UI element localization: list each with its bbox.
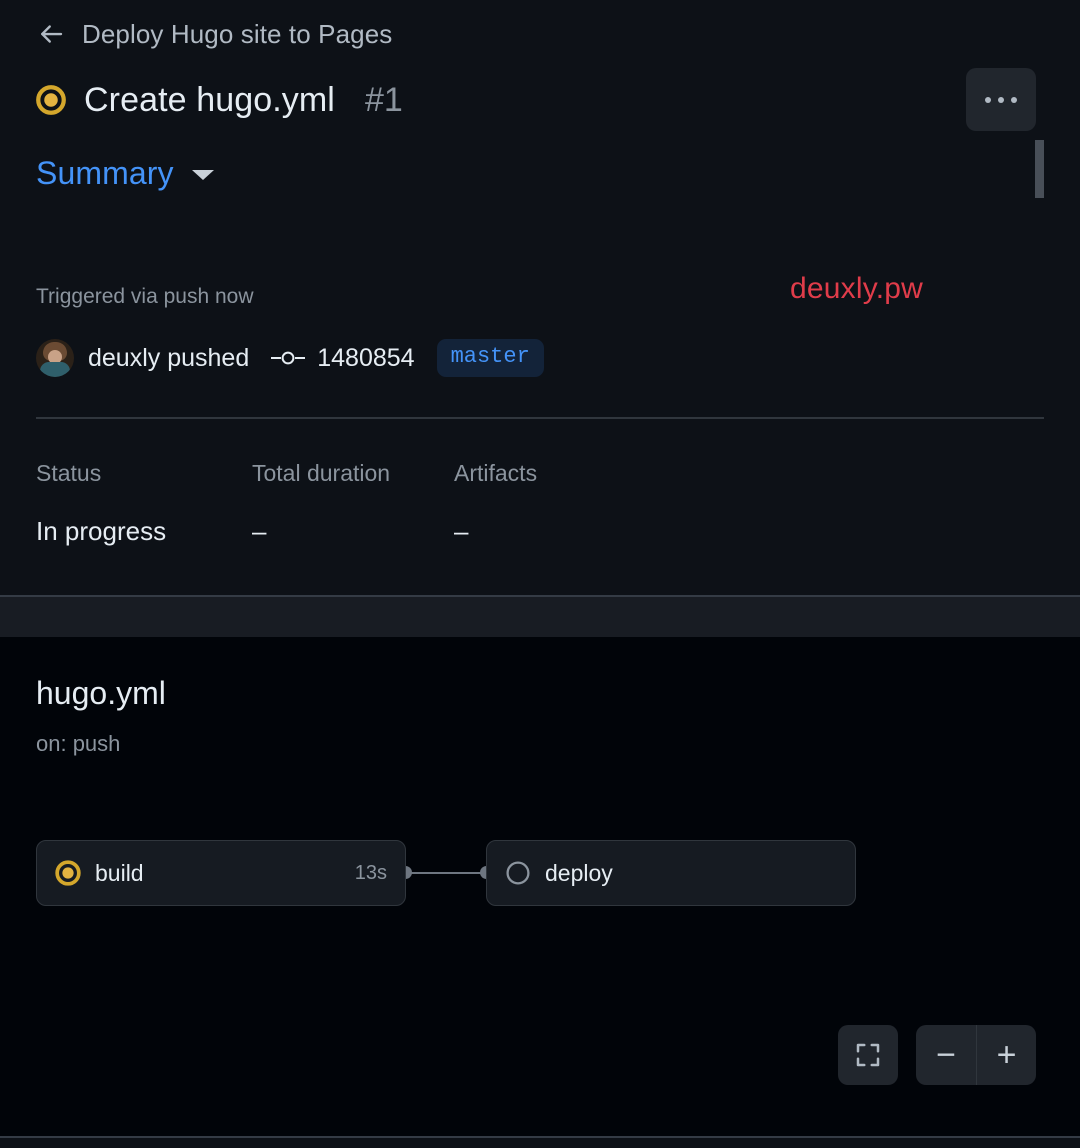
stat-header-duration: Total duration	[252, 460, 391, 486]
status-badge: In progress	[36, 516, 167, 546]
stat-header-status: Status	[36, 460, 102, 486]
kebab-dot	[1011, 96, 1017, 103]
trigger-text: Triggered via push now	[36, 285, 254, 308]
actor-row: deuxly pushed 1480854 master	[36, 338, 544, 378]
chevron-down-icon[interactable]	[191, 170, 214, 180]
stat-value-duration: –	[252, 516, 267, 546]
fit-to-screen-icon	[856, 1043, 880, 1067]
job-label: deploy	[545, 859, 613, 886]
tab-summary[interactable]: Summary	[36, 150, 214, 196]
graph-controls: − +	[838, 1025, 1036, 1085]
bottom-strip	[0, 1138, 1080, 1148]
kebab-dot	[985, 96, 991, 103]
job-edge-connector	[410, 872, 482, 874]
commit-sha-link[interactable]: 1480854	[317, 344, 414, 373]
job-duration: 13s	[354, 861, 387, 884]
workflow-graph-panel: hugo.yml on: push build 13s deploy − +	[0, 637, 1080, 1136]
run-summary-panel: Deploy Hugo site to Pages Create hugo.ym…	[0, 0, 1080, 595]
section-divider	[36, 417, 1044, 419]
in-progress-icon	[36, 85, 66, 115]
tab-summary-label: Summary	[36, 154, 174, 191]
queued-circle-icon	[506, 861, 530, 885]
job-node-build[interactable]: build 13s	[36, 840, 406, 906]
run-number: #1	[364, 80, 403, 119]
branch-badge[interactable]: master	[436, 338, 544, 378]
actor-label[interactable]: deuxly pushed	[88, 344, 249, 373]
avatar[interactable]	[36, 339, 74, 377]
avatar-part	[40, 362, 70, 377]
job-node-deploy[interactable]: deploy	[486, 840, 856, 906]
breadcrumb-label[interactable]: Deploy Hugo site to Pages	[82, 19, 392, 50]
zoom-out-button[interactable]: −	[916, 1025, 976, 1085]
panel-gutter	[0, 597, 1080, 637]
git-commit-icon	[271, 348, 306, 368]
stat-value-artifacts: –	[454, 516, 469, 546]
more-options-button[interactable]	[966, 68, 1036, 131]
actions-run-screen: Deploy Hugo site to Pages Create hugo.ym…	[0, 0, 1080, 1148]
job-label: build	[95, 859, 144, 886]
fit-to-screen-button[interactable]	[838, 1025, 898, 1085]
watermark-text: deuxly.pw	[790, 272, 923, 305]
page-title: Create hugo.yml	[84, 80, 335, 119]
in-progress-icon	[55, 860, 81, 886]
zoom-button-group: − +	[916, 1025, 1036, 1085]
run-title-row: Create hugo.yml #1	[36, 74, 403, 126]
kebab-dot	[998, 96, 1004, 103]
zoom-in-button[interactable]: +	[976, 1025, 1036, 1085]
breadcrumb[interactable]: Deploy Hugo site to Pages	[36, 14, 392, 54]
arrow-left-icon[interactable]	[36, 19, 66, 49]
vertical-scrollbar-thumb[interactable]	[1035, 140, 1044, 198]
stat-header-artifacts: Artifacts	[454, 460, 538, 486]
